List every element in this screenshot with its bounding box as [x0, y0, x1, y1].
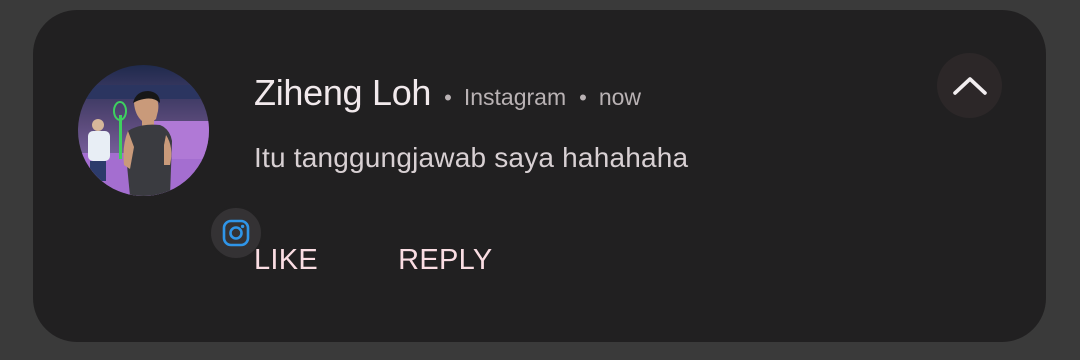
timestamp: now: [598, 84, 642, 110]
separator-dot: •: [579, 85, 587, 110]
separator-dot: •: [444, 85, 452, 110]
reply-button[interactable]: REPLY: [398, 244, 492, 277]
avatar-photo: [78, 65, 209, 196]
avatar: [78, 65, 209, 196]
sender-name: Ziheng Loh: [254, 72, 432, 113]
like-button[interactable]: LIKE: [254, 244, 318, 277]
notification-actions: LIKE REPLY: [254, 244, 493, 277]
notification-header: Ziheng Loh • Instagram • now: [254, 72, 642, 113]
instagram-icon: [222, 219, 250, 247]
app-name: Instagram: [463, 84, 567, 110]
avatar-container: [78, 65, 263, 260]
collapse-button[interactable]: [937, 53, 1002, 118]
message-text: Itu tanggungjawab saya hahahaha: [254, 142, 689, 173]
notification-card[interactable]: Ziheng Loh • Instagram • now Itu tanggun…: [33, 10, 1046, 342]
chevron-up-icon: [952, 76, 987, 95]
